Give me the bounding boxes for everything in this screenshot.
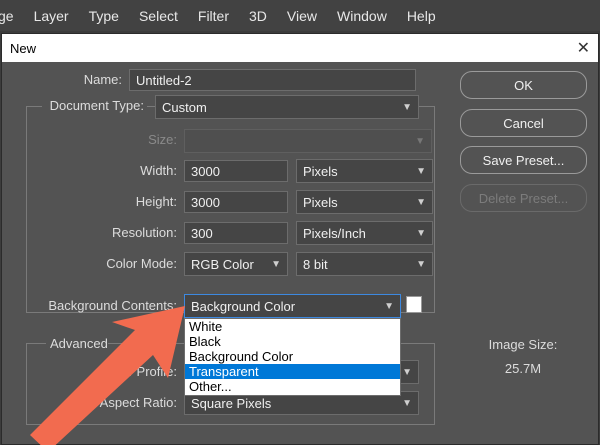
annotation-arrow-icon <box>30 306 185 445</box>
